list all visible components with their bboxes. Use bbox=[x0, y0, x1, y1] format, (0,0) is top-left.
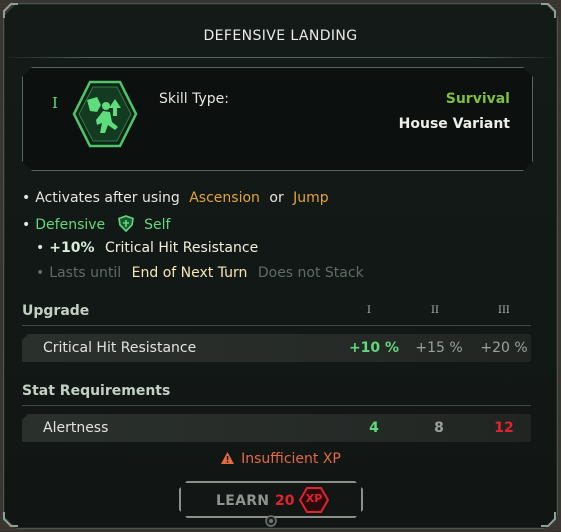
skill-link-jump[interactable]: Jump bbox=[293, 190, 329, 206]
bullet: • bbox=[22, 217, 31, 233]
insufficient-xp-warning: Insufficient XP bbox=[0, 451, 561, 469]
requirement-value-tier-1: 4 bbox=[369, 420, 379, 436]
bullet: • bbox=[36, 265, 45, 281]
duration-line: • Lasts until End of Next Turn Does not S… bbox=[36, 265, 364, 281]
effect-stat: Critical Hit Resistance bbox=[104, 240, 259, 256]
activation-line: • Activates after using Ascension or Jump bbox=[22, 190, 329, 206]
upgrade-row-label: Critical Hit Resistance bbox=[43, 340, 197, 356]
requirements-heading: Stat Requirements bbox=[22, 383, 171, 399]
defensive-shield-icon bbox=[117, 215, 134, 236]
bullet: • bbox=[22, 190, 31, 206]
upgrade-value-tier-2: +15 % bbox=[415, 340, 463, 356]
duration-prefix: Lasts until bbox=[49, 265, 122, 281]
corner-ornament-icon bbox=[534, 505, 556, 527]
upgrade-tier-2: II bbox=[431, 305, 439, 316]
corner-ornament-icon bbox=[534, 3, 556, 25]
effect-type-line: • Defensive Self bbox=[22, 215, 170, 236]
upgrade-value-tier-1: +10 % bbox=[348, 340, 400, 356]
activation-conjunction: or bbox=[269, 190, 284, 206]
upgrade-divider bbox=[22, 325, 531, 326]
skill-link-ascension[interactable]: Ascension bbox=[189, 190, 260, 206]
learn-cost: 20 bbox=[275, 493, 295, 509]
requirements-row-label: Alertness bbox=[43, 420, 109, 436]
bullet: • bbox=[36, 240, 45, 256]
effect-value-line: • +10% Critical Hit Resistance bbox=[36, 240, 258, 256]
requirement-value-tier-2: 8 bbox=[434, 420, 444, 436]
effect-target: Self bbox=[144, 217, 171, 233]
skill-variant: House Variant bbox=[398, 116, 510, 132]
warning-icon bbox=[220, 451, 235, 469]
upgrade-tier-3: III bbox=[498, 305, 510, 316]
upgrade-heading: Upgrade bbox=[22, 303, 90, 319]
warning-text: Insufficient XP bbox=[241, 451, 341, 467]
upgrade-row: Critical Hit Resistance +10 % +15 % +20 … bbox=[22, 334, 531, 362]
upgrade-value-tier-3: +20 % bbox=[480, 340, 528, 356]
skill-tier: I bbox=[52, 94, 58, 112]
corner-ornament-icon bbox=[3, 3, 25, 25]
tooltip-anchor-icon bbox=[264, 513, 278, 527]
defensive-landing-icon bbox=[70, 78, 140, 150]
xp-currency-icon: XP bbox=[299, 487, 329, 513]
skill-type-label: Skill Type: bbox=[159, 91, 229, 107]
learn-button-label: LEARN bbox=[216, 493, 270, 509]
requirements-row: Alertness 4 8 12 bbox=[22, 414, 531, 442]
corner-ornament-icon bbox=[3, 505, 25, 527]
effect-value: +10% bbox=[49, 240, 95, 256]
skill-type-value: Survival bbox=[445, 91, 510, 107]
duration-value: End of Next Turn bbox=[131, 265, 248, 281]
skill-title: DEFENSIVE LANDING bbox=[203, 28, 358, 44]
stacking-rule: Does not Stack bbox=[257, 265, 364, 281]
requirements-divider bbox=[22, 405, 531, 406]
upgrade-tier-1: I bbox=[367, 305, 371, 316]
activation-prefix: Activates after using bbox=[35, 190, 180, 206]
effect-type: Defensive bbox=[35, 217, 106, 233]
requirement-value-tier-3: 12 bbox=[494, 420, 514, 436]
title-divider bbox=[8, 57, 553, 58]
xp-label: XP bbox=[305, 492, 323, 505]
